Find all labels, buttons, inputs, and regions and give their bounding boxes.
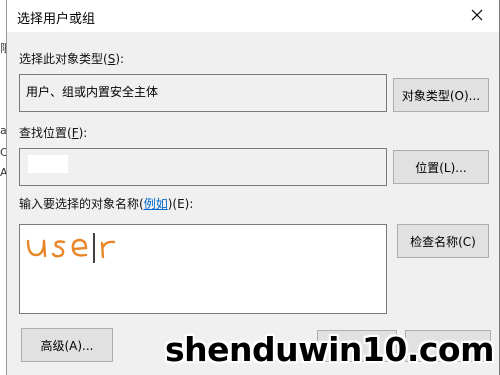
advanced-button[interactable]: 高级(A)... <box>21 328 113 362</box>
close-icon <box>471 9 483 21</box>
location-redaction <box>28 155 68 173</box>
close-button[interactable] <box>463 2 491 28</box>
location-label: 查找位置(F): <box>19 126 88 140</box>
object-names-input[interactable] <box>19 224 387 314</box>
examples-link[interactable]: 例如 <box>144 197 168 211</box>
object-type-field: 用户、组或内置安全主体 <box>19 74 387 112</box>
object-type-label: 选择此对象类型(S): <box>19 52 125 66</box>
select-users-dialog: 选择用户或组 选择此对象类型(S): 用户、组或内置安全主体 对象类型(O)..… <box>6 0 499 375</box>
handwritten-user-annotation <box>26 233 116 263</box>
title-bar: 选择用户或组 <box>7 0 499 32</box>
object-type-value: 用户、组或内置安全主体 <box>26 85 159 99</box>
locations-button[interactable]: 位置(L)... <box>393 150 489 184</box>
check-names-button[interactable]: 检查名称(C) <box>397 224 489 258</box>
object-names-label: 输入要选择的对象名称(例如)(E): <box>19 197 194 211</box>
location-field <box>19 148 387 186</box>
watermark: shenduwin10.com <box>165 330 495 369</box>
object-types-button[interactable]: 对象类型(O)... <box>393 78 489 112</box>
dialog-title: 选择用户或组 <box>17 12 96 27</box>
